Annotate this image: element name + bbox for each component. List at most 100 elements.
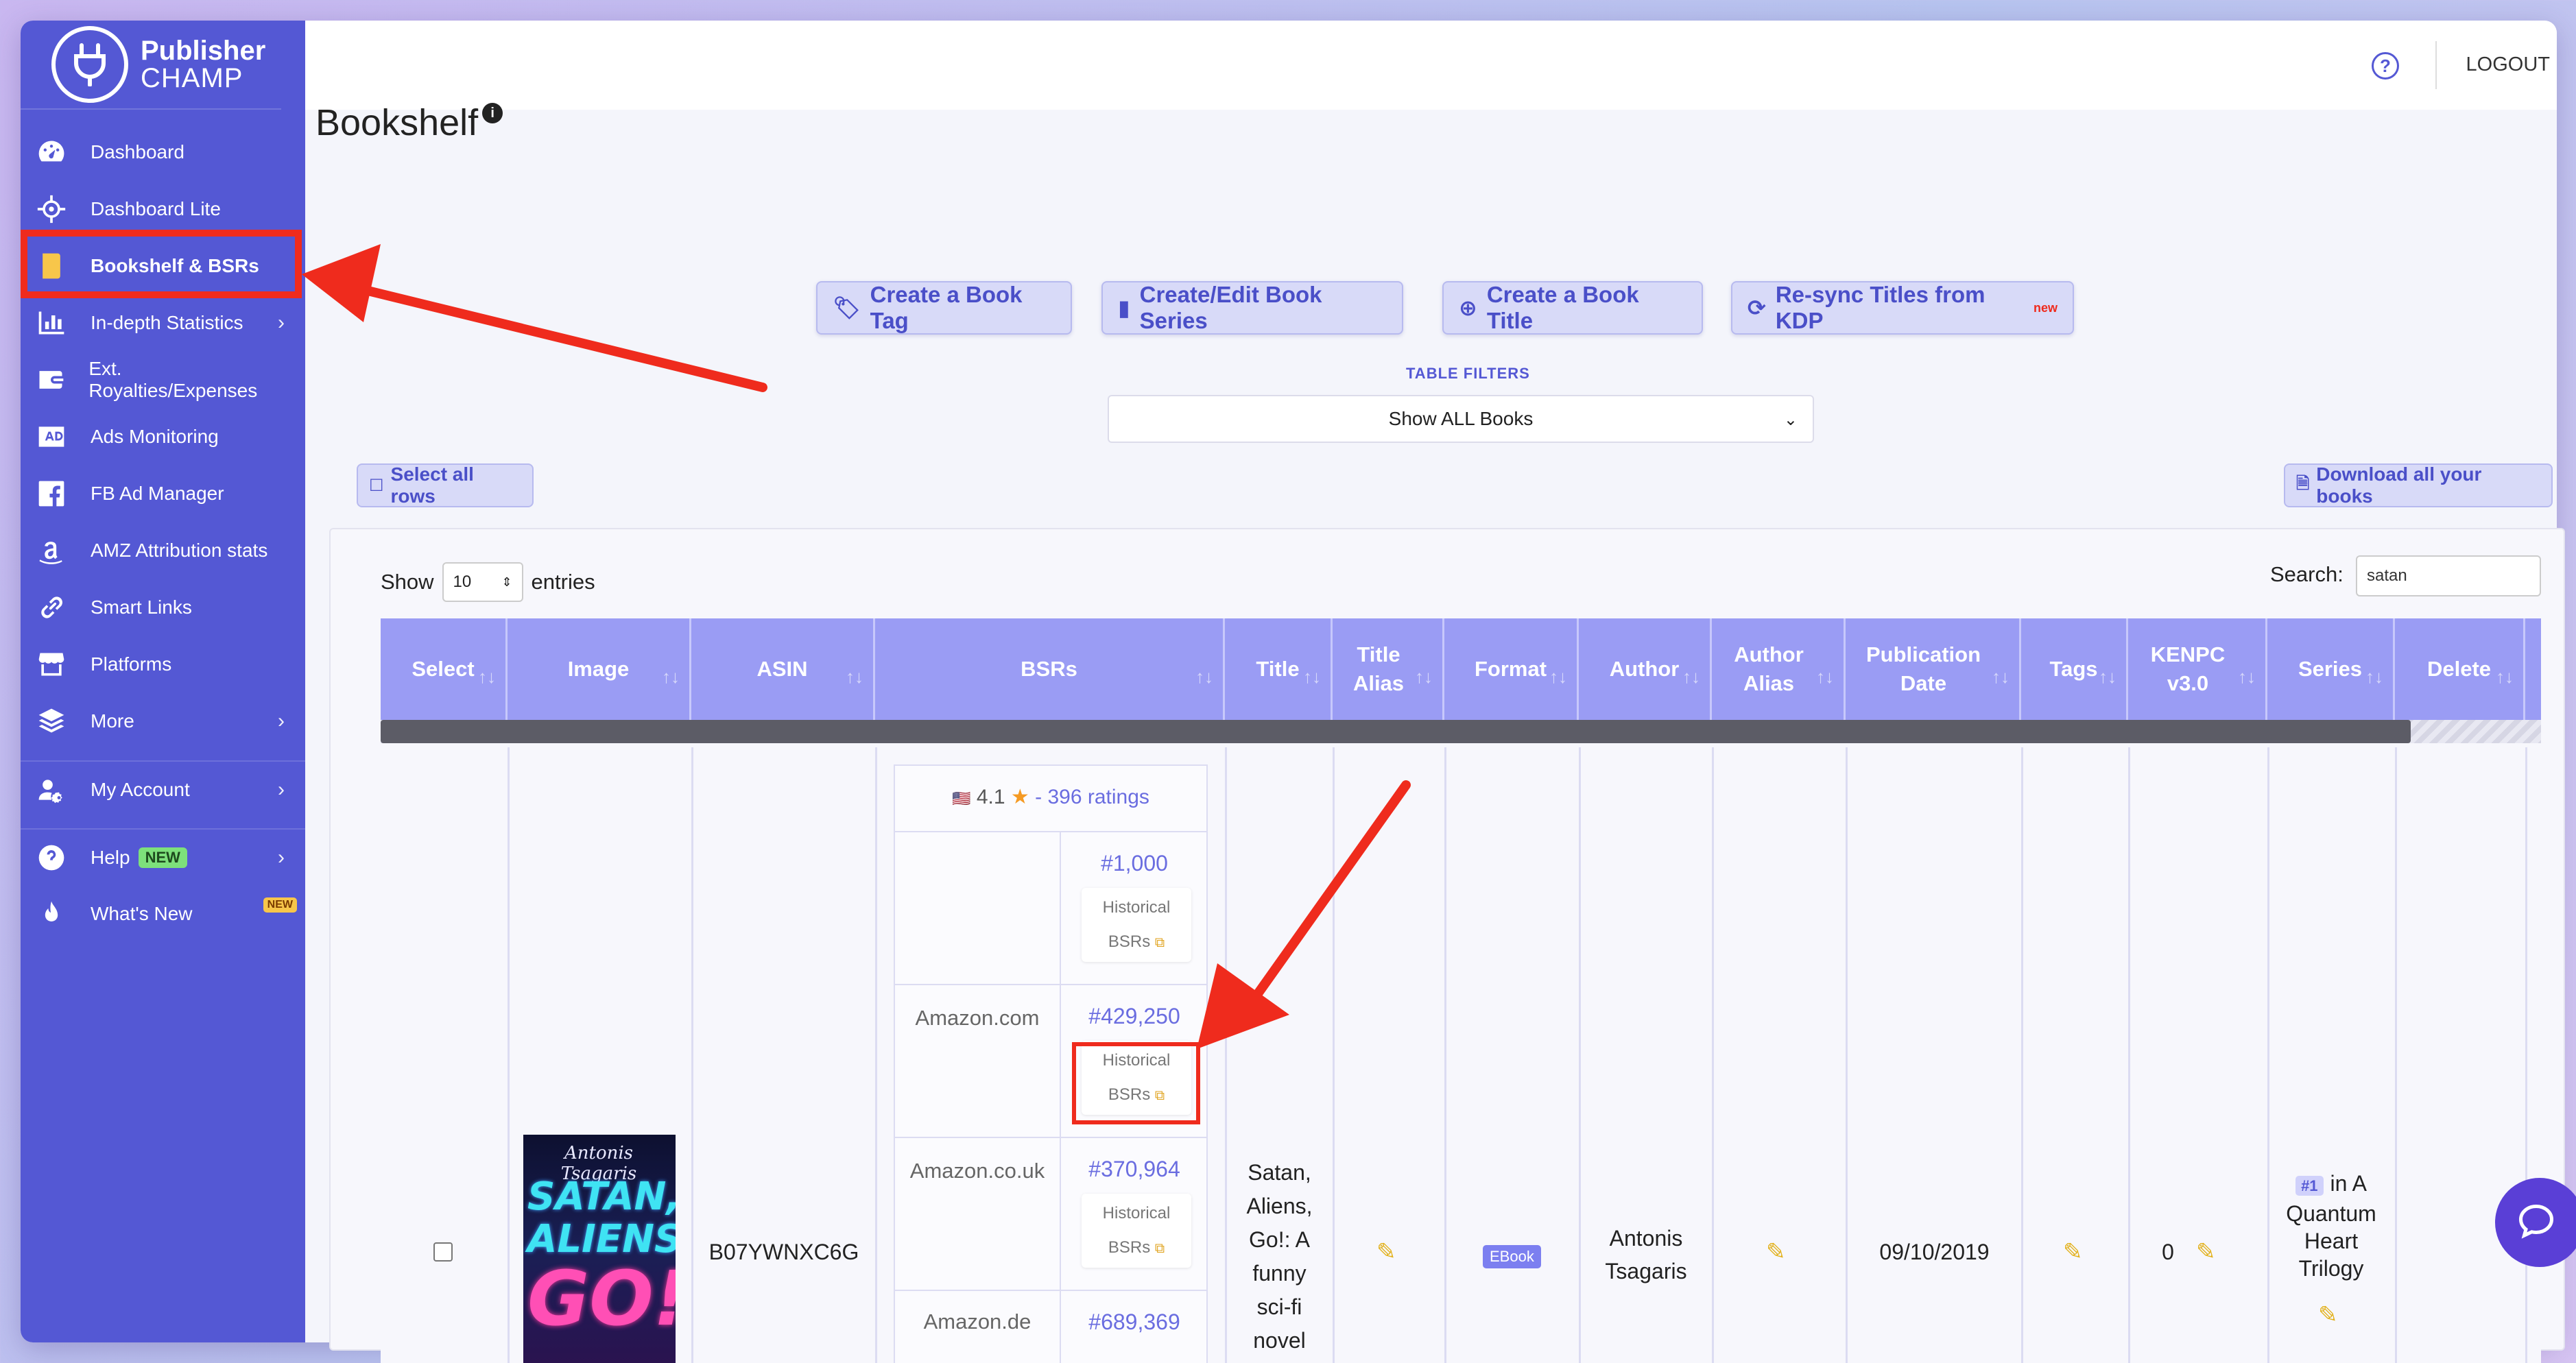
- ratings-link[interactable]: - 396 ratings: [1035, 786, 1149, 808]
- th-asin[interactable]: ASIN ↑↓: [691, 618, 875, 720]
- th-publication-date[interactable]: Publication Date ↑↓: [1846, 618, 2021, 720]
- us-flag-icon: 🇺🇸: [952, 790, 971, 807]
- page-title: Bookshelf i: [315, 101, 503, 144]
- series-cell: #1 in A Quantum Heart Trilogy: [2267, 1170, 2395, 1282]
- chat-icon: [2518, 1204, 2554, 1239]
- title-line: Aliens,: [1246, 1194, 1313, 1218]
- cover-title-line: SATAN,: [527, 1174, 676, 1219]
- entries-select[interactable]: 10 ⇕: [442, 562, 523, 602]
- sidebar-item-help[interactable]: Help NEW ›: [21, 828, 305, 885]
- rating-value: 4.1: [976, 786, 1005, 808]
- th-delete[interactable]: Delete ↑↓: [2395, 618, 2525, 720]
- edit-series-pencil-icon[interactable]: ✎: [2318, 1301, 2338, 1329]
- table-filter-select[interactable]: Show ALL Books ⌄: [1108, 395, 1814, 443]
- edit-book-series-button[interactable]: ▮ Create/Edit Book Series: [1101, 281, 1403, 335]
- chevron-right-icon: ›: [278, 709, 285, 732]
- book-cover-image[interactable]: Antonis Tsagaris SATAN, ALIENS GO!: [523, 1135, 676, 1363]
- sidebar-item-amz-attribution[interactable]: AMZ Attribution stats: [21, 522, 305, 579]
- search-input[interactable]: satan: [2356, 555, 2541, 596]
- chevron-right-icon: ›: [278, 777, 285, 801]
- bsr-rank-link[interactable]: #1,000: [1060, 851, 1209, 876]
- info-icon[interactable]: i: [482, 103, 503, 123]
- sidebar-item-dashboard[interactable]: Dashboard: [21, 123, 305, 180]
- th-kenpc[interactable]: KENPC v3.0 ↑↓: [2128, 618, 2267, 720]
- edit-tags-pencil-icon[interactable]: ✎: [2063, 1238, 2083, 1266]
- sidebar-item-more[interactable]: More ›: [21, 692, 305, 749]
- th-series[interactable]: Series ↑↓: [2267, 618, 2395, 720]
- historical-label: Historical: [1102, 1204, 1171, 1222]
- th-author[interactable]: Author ↑↓: [1579, 618, 1712, 720]
- user-gear-icon: [34, 773, 69, 807]
- th-select[interactable]: Select ↑↓: [381, 618, 508, 720]
- title-cell: Satan, Aliens, Go!: A funny sci-fi novel: [1226, 1156, 1333, 1358]
- title-line: novel: [1253, 1328, 1306, 1353]
- th-label: Title: [1256, 657, 1300, 681]
- download-books-button[interactable]: 🗎 Download all your books: [2284, 463, 2553, 507]
- sidebar-item-platforms[interactable]: Platforms: [21, 636, 305, 692]
- sort-icon: ↑↓: [2496, 666, 2514, 687]
- th-label: Image: [567, 657, 630, 681]
- th-tags[interactable]: Tags ↑↓: [2021, 618, 2128, 720]
- sort-icon: ↑↓: [1415, 666, 1433, 687]
- column-divider: [508, 747, 510, 1363]
- sidebar-item-dashboard-lite[interactable]: Dashboard Lite: [21, 180, 305, 237]
- help-circle-icon[interactable]: ?: [2372, 52, 2399, 80]
- title-line: Satan,: [1248, 1160, 1311, 1185]
- th-author-alias[interactable]: Author Alias ↑↓: [1712, 618, 1846, 720]
- th-image[interactable]: Image ↑↓: [508, 618, 691, 720]
- sidebar-item-bookshelf[interactable]: Bookshelf & BSRs: [21, 237, 305, 294]
- sidebar-item-smart-links[interactable]: Smart Links: [21, 579, 305, 636]
- edit-author-alias-pencil-icon[interactable]: ✎: [1766, 1238, 1786, 1266]
- sort-icon: ↑↓: [1682, 666, 1700, 687]
- ad-icon: [34, 420, 69, 454]
- horizontal-scrollbar[interactable]: [381, 720, 2541, 743]
- sidebar-item-whats-new[interactable]: What's New NEW: [21, 885, 305, 942]
- th-bsrs[interactable]: BSRs ↑↓: [875, 618, 1225, 720]
- sidebar-item-fb-ad-manager[interactable]: FB Ad Manager: [21, 465, 305, 522]
- edit-kenpc-pencil-icon[interactable]: ✎: [2196, 1238, 2216, 1266]
- bsr-rank-link[interactable]: #370,964: [1060, 1157, 1209, 1182]
- cover-title-line: GO!: [527, 1255, 676, 1342]
- create-book-title-button[interactable]: ⊕ Create a Book Title: [1442, 281, 1703, 335]
- create-book-tag-button[interactable]: 🏷 Create a Book Tag: [816, 281, 1072, 335]
- sidebar-item-label: Bookshelf & BSRs: [91, 254, 259, 276]
- sidebar-item-ext-royalties[interactable]: Ext. Royalties/Expenses: [21, 351, 305, 408]
- sidebar-item-in-depth-statistics[interactable]: In-depth Statistics ›: [21, 294, 305, 351]
- sidebar-item-my-account[interactable]: My Account ›: [21, 760, 305, 817]
- chevron-right-icon: ›: [278, 311, 285, 334]
- sort-icon: ↑↓: [846, 666, 863, 687]
- logout-button[interactable]: LOGOUT: [2466, 53, 2550, 76]
- brand-logo[interactable]: Publisher CHAMP: [21, 21, 281, 110]
- column-divider: [1333, 747, 1335, 1363]
- bsr-rank-link[interactable]: #689,369: [1060, 1310, 1209, 1335]
- star-icon: ★: [1010, 786, 1029, 808]
- brand-name-1: Publisher: [141, 36, 266, 66]
- bsr-row-divider: [895, 984, 1206, 985]
- historical-bsrs-link[interactable]: Historical BSRs ⧉: [1082, 1194, 1191, 1268]
- th-title[interactable]: Title ↑↓: [1225, 618, 1333, 720]
- show-label: Show: [381, 570, 434, 594]
- th-format[interactable]: Format ↑↓: [1444, 618, 1579, 720]
- table-body: [381, 747, 2541, 1363]
- sidebar-item-ads-monitoring[interactable]: Ads Monitoring: [21, 408, 305, 465]
- sidebar-item-label: In-depth Statistics: [91, 311, 243, 333]
- annotation-highlight-box: [1072, 1042, 1200, 1124]
- topbar: ? LOGOUT: [305, 21, 2557, 110]
- row-select-checkbox[interactable]: [433, 1242, 453, 1262]
- scrollbar-thumb[interactable]: [381, 720, 2411, 743]
- fire-icon: [34, 897, 69, 931]
- th-label: Select: [412, 657, 475, 681]
- book-icon: [34, 249, 69, 283]
- series-line: in A: [2330, 1171, 2367, 1196]
- chat-widget-button[interactable]: [2495, 1178, 2576, 1267]
- bsr-rank-link[interactable]: #429,250: [1060, 1004, 1209, 1029]
- historical-label: BSRs: [1108, 932, 1151, 951]
- th-title-alias[interactable]: Title Alias ↑↓: [1333, 618, 1444, 720]
- column-divider: [875, 747, 877, 1363]
- edit-title-alias-pencil-icon[interactable]: ✎: [1376, 1238, 1396, 1266]
- column-divider: [2128, 747, 2130, 1363]
- create-book-title-label: Create a Book Title: [1486, 282, 1639, 333]
- historical-bsrs-link[interactable]: Historical BSRs ⧉: [1082, 888, 1191, 962]
- select-all-rows-button[interactable]: ☐ Select all rows: [357, 463, 534, 507]
- resync-kdp-button[interactable]: ⟳ Re-sync Titles from KDP new: [1731, 281, 2074, 335]
